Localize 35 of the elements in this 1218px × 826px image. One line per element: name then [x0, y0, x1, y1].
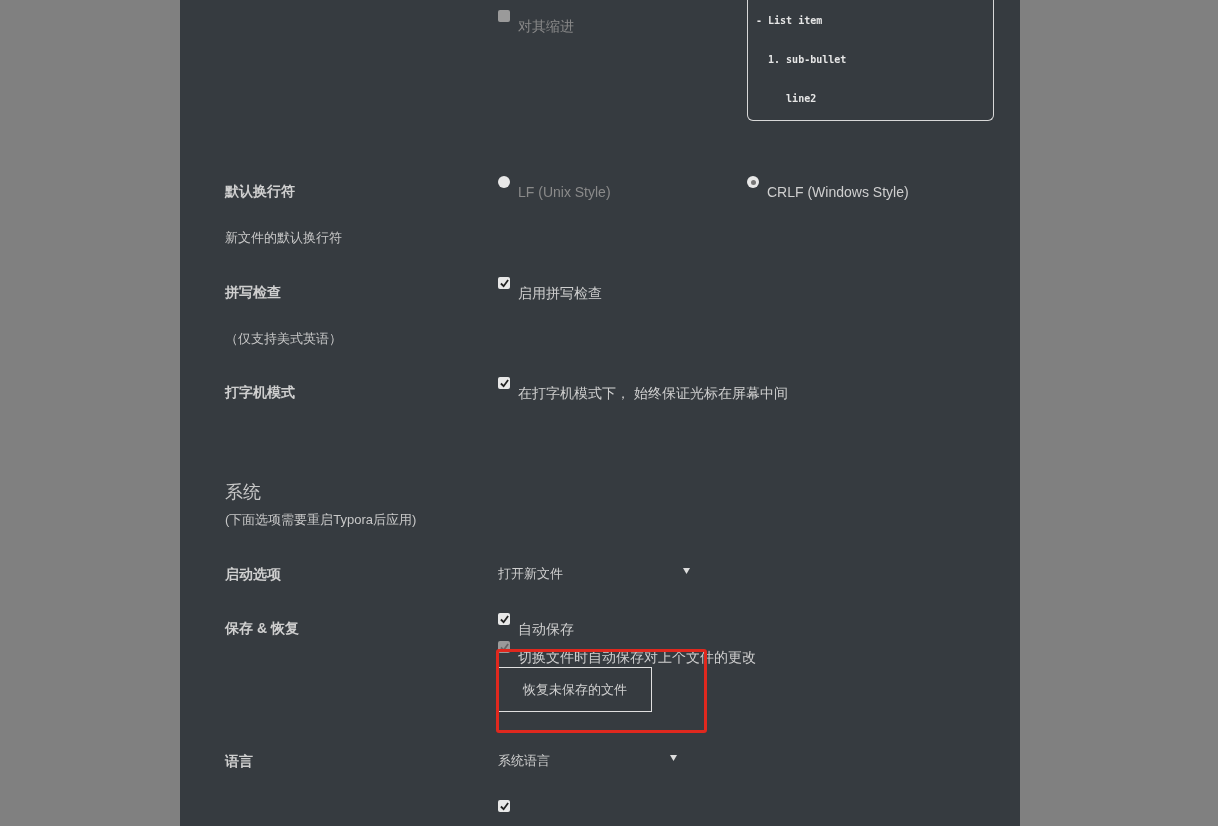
- section-title: 系统: [225, 481, 262, 504]
- setting-label: 保存 & 恢复: [225, 619, 300, 638]
- dropdown[interactable]: 打开新文件: [498, 559, 698, 584]
- caret-icon: [683, 568, 690, 574]
- dropdown[interactable]: 系统语言: [498, 746, 685, 771]
- checkbox[interactable]: [498, 277, 510, 289]
- check-icon: [499, 278, 509, 288]
- checkbox-label: 在打字机模式下， 始终保证光标在屏幕中间: [518, 384, 788, 403]
- check-icon: [499, 614, 509, 624]
- code-line: line2: [785, 92, 818, 106]
- check-icon: [499, 801, 509, 811]
- setting-label: 启动选项: [225, 565, 282, 584]
- radio-label: LF (Unix Style): [518, 183, 611, 202]
- setting-label: 语言: [225, 752, 254, 771]
- check-icon: [499, 378, 509, 388]
- checkbox-label: 自动保存: [518, 620, 574, 639]
- checkbox[interactable]: [498, 613, 510, 625]
- checkbox[interactable]: [498, 800, 510, 812]
- checkbox[interactable]: [498, 377, 510, 389]
- checkbox-label: 对其缩进: [518, 17, 574, 36]
- checkbox-label: 启用拼写检查: [518, 284, 602, 303]
- code-line: - List item: [756, 14, 824, 28]
- radio-button[interactable]: [747, 176, 759, 188]
- setting-label: 打字机模式: [225, 383, 296, 402]
- code-line: 1. sub-bullet: [767, 53, 848, 67]
- radio-button[interactable]: [498, 176, 510, 188]
- section-subtitle: (下面选项需要重启Typora后应用): [225, 511, 418, 529]
- restore-button[interactable]: 恢复未保存的文件: [498, 667, 652, 712]
- setting-description: 新文件的默认换行符: [225, 229, 343, 247]
- setting-label: 拼写检查: [225, 283, 282, 302]
- setting-label: 默认换行符: [225, 182, 296, 201]
- caret-icon: [670, 755, 677, 761]
- check-icon: [499, 642, 509, 652]
- setting-description: （仅支持美式英语）: [225, 330, 343, 348]
- radio-label: CRLF (Windows Style): [767, 183, 909, 202]
